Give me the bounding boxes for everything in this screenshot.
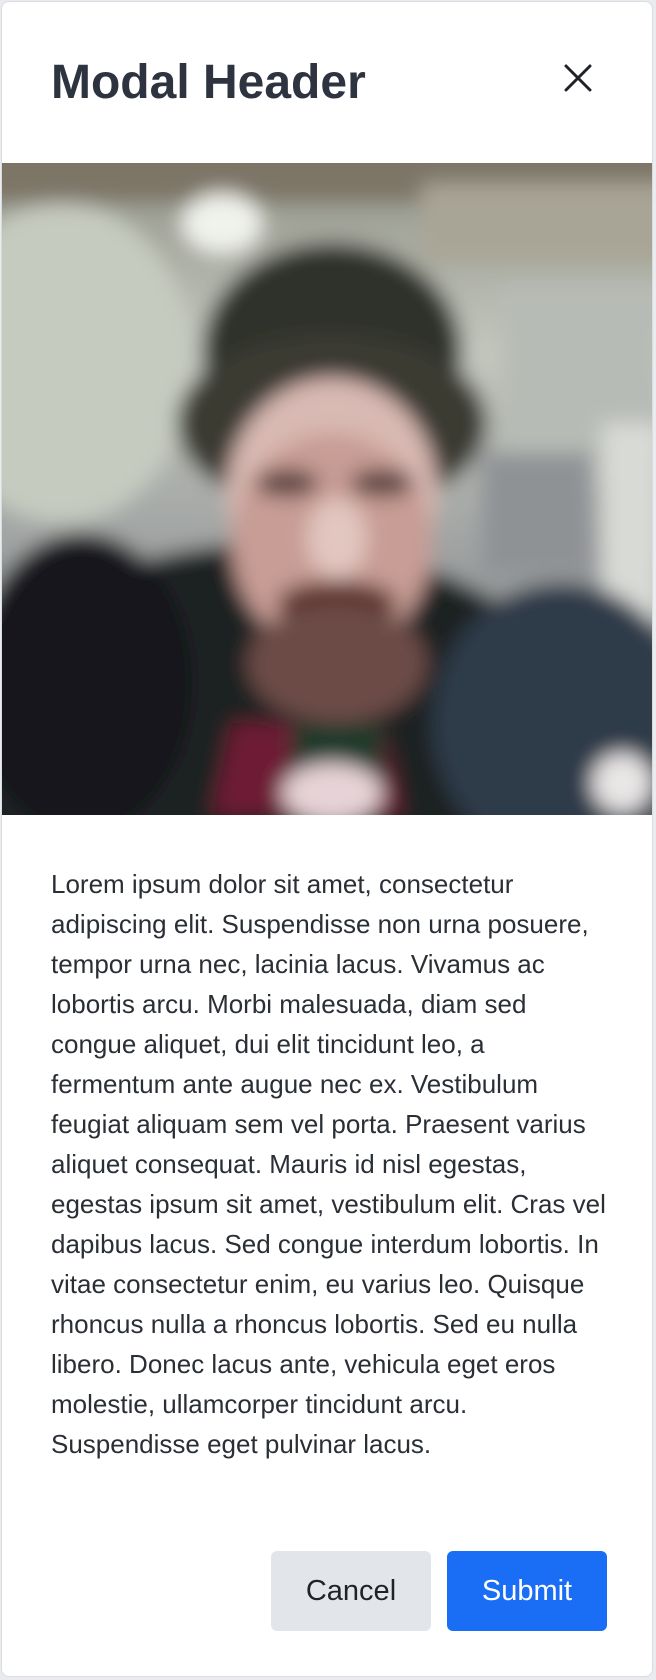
submit-button[interactable]: Submit bbox=[447, 1551, 607, 1631]
modal-title: Modal Header bbox=[51, 56, 366, 109]
close-button[interactable] bbox=[555, 56, 601, 102]
modal-dialog: Modal Header Lorem ipsum dolor sit amet,… bbox=[1, 1, 653, 1677]
modal-footer: Cancel Submit bbox=[2, 1551, 652, 1631]
cancel-button[interactable]: Cancel bbox=[271, 1551, 431, 1631]
modal-header: Modal Header bbox=[2, 2, 652, 163]
close-icon bbox=[564, 64, 592, 95]
modal-body-text: Lorem ipsum dolor sit amet, consectetur … bbox=[51, 869, 606, 1459]
modal-image bbox=[2, 163, 652, 815]
